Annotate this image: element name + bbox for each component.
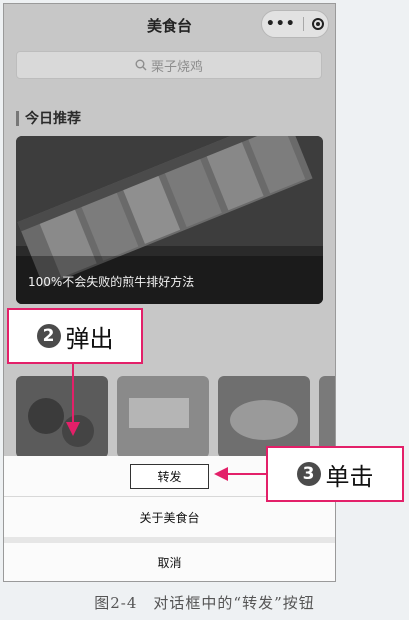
recipe-thumbnail[interactable] xyxy=(16,376,108,458)
search-icon xyxy=(135,59,147,71)
figure-caption: 图2-4 对话框中的“转发”按钮 xyxy=(94,594,315,612)
callout-click: 3 单击 xyxy=(266,446,404,502)
title-bar: 美食台 ••• xyxy=(4,4,335,46)
section-title: 今日推荐 xyxy=(25,111,81,127)
callout-popup-text: 弹出 xyxy=(65,324,114,353)
search-placeholder: 栗子烧鸡 xyxy=(150,59,203,75)
step-number-badge: 3 xyxy=(296,462,321,486)
target-circle-icon[interactable] xyxy=(312,18,325,30)
section-accent-bar xyxy=(16,110,19,126)
section-header: 今日推荐 xyxy=(16,108,81,128)
about-item[interactable]: 关于美食台 xyxy=(4,497,335,537)
forward-button[interactable]: 转发 xyxy=(130,463,209,489)
mini-program-capsule: ••• xyxy=(261,10,329,38)
callout-popup: 2 弹出 xyxy=(7,308,143,364)
cancel-button[interactable]: 取消 xyxy=(4,543,335,581)
more-dots-icon[interactable]: ••• xyxy=(266,16,296,32)
callout-click-text: 单击 xyxy=(325,462,374,491)
recipe-thumbnail[interactable] xyxy=(117,376,209,458)
featured-recipe-caption: 100%不会失败的煎牛排好方法 xyxy=(28,275,195,289)
search-bar[interactable]: 栗子烧鸡 xyxy=(16,51,322,79)
step-number-badge: 2 xyxy=(36,324,61,348)
capsule-divider xyxy=(303,17,305,31)
featured-recipe-card[interactable]: 100%不会失败的煎牛排好方法 xyxy=(16,136,323,304)
app-title: 美食台 xyxy=(146,16,192,35)
